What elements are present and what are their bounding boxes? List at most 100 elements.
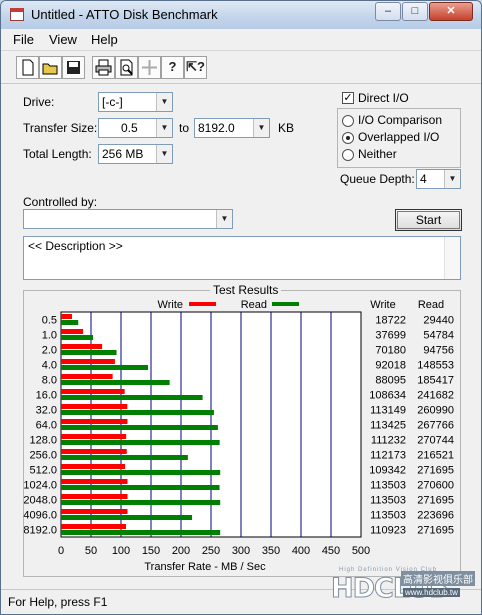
write-value: 112173	[370, 450, 406, 462]
move-icon	[142, 60, 157, 75]
transfer-size-label: 256.0	[29, 450, 57, 462]
transfer-size-label: 16.0	[36, 390, 57, 402]
legend-read-label: Read	[241, 299, 267, 311]
write-bar	[61, 479, 128, 484]
read-bar	[61, 335, 94, 340]
write-bar	[61, 464, 126, 469]
transfer-size-label: 1024.0	[23, 480, 57, 492]
read-value: 241682	[417, 390, 454, 402]
read-value: 271695	[417, 525, 454, 537]
title-bar[interactable]: Untitled - ATTO Disk Benchmark – □ ✕	[1, 1, 481, 29]
write-bar	[61, 524, 126, 529]
x-tick-label: 500	[352, 545, 370, 557]
write-bar	[61, 389, 125, 394]
context-help-icon: ⇱?	[186, 59, 205, 74]
transfer-size-label: 2048.0	[23, 495, 57, 507]
write-bar	[61, 329, 84, 334]
x-axis-title: Transfer Rate - MB / Sec	[144, 561, 266, 573]
transfer-size-label: 1.0	[42, 330, 57, 342]
write-bar	[61, 494, 128, 499]
write-value: 113149	[370, 405, 406, 417]
new-icon	[22, 59, 34, 76]
legend-read-swatch	[272, 302, 299, 306]
write-value: 111232	[371, 435, 406, 447]
open-icon	[42, 63, 58, 75]
x-tick-label: 100	[112, 545, 130, 557]
menu-file[interactable]: File	[13, 32, 34, 47]
write-value: 70180	[375, 345, 406, 357]
close-icon: ✕	[446, 5, 456, 17]
read-value: 223696	[417, 510, 454, 522]
read-value: 148553	[417, 360, 454, 372]
x-tick-label: 200	[172, 545, 190, 557]
transfer-size-label: 512.0	[29, 465, 57, 477]
write-value: 37699	[375, 330, 406, 342]
read-column-header: Read	[418, 299, 444, 311]
read-value: 29440	[423, 315, 454, 327]
about-button[interactable]: ?	[161, 56, 184, 79]
transfer-size-label: 32.0	[36, 405, 57, 417]
write-value: 88095	[375, 375, 406, 387]
write-value: 113503	[370, 480, 406, 492]
read-bar	[61, 470, 221, 475]
read-value: 271695	[417, 465, 454, 477]
close-button[interactable]: ✕	[429, 2, 473, 21]
read-bar	[61, 485, 220, 490]
x-tick-label: 450	[322, 545, 340, 557]
watermark-url: www.hdclub.tw	[403, 588, 460, 597]
read-value: 216521	[417, 450, 454, 462]
read-value: 185417	[417, 375, 454, 387]
read-bar	[61, 365, 149, 370]
read-bar	[61, 395, 203, 400]
write-value: 110923	[370, 525, 406, 537]
write-bar	[61, 344, 103, 349]
write-bar	[61, 434, 127, 439]
print-icon	[95, 59, 112, 76]
main-panel: Drive: [-c-] ▼ Transfer Size: 0.5 ▼ to 8…	[1, 83, 481, 589]
save-button[interactable]	[62, 56, 85, 79]
app-icon	[10, 8, 24, 21]
read-bar	[61, 455, 188, 460]
maximize-button[interactable]: □	[402, 2, 428, 21]
read-value: 94756	[423, 345, 454, 357]
x-tick-label: 250	[202, 545, 220, 557]
results-chart: Write Read Write Read 0 50 100 150 200 250 300…	[23, 299, 454, 573]
write-bar	[61, 314, 72, 319]
context-help-button[interactable]: ⇱?	[184, 56, 207, 79]
read-bar	[61, 320, 79, 325]
print-button[interactable]	[92, 56, 115, 79]
transfer-size-label: 0.5	[42, 315, 57, 327]
menu-bar: File View Help	[1, 29, 481, 50]
move-button[interactable]	[138, 56, 161, 79]
x-tick-label: 400	[292, 545, 310, 557]
menu-view[interactable]: View	[49, 32, 77, 47]
write-bar	[61, 509, 128, 514]
legend-write-swatch	[189, 302, 216, 306]
write-value: 18722	[375, 315, 406, 327]
open-button[interactable]	[39, 56, 62, 79]
print-preview-button[interactable]	[115, 56, 138, 79]
read-bar	[61, 530, 221, 535]
write-bar	[61, 404, 128, 409]
menu-help[interactable]: Help	[91, 32, 118, 47]
read-value: 270600	[417, 480, 454, 492]
write-bar	[61, 359, 115, 364]
write-value: 108634	[369, 390, 406, 402]
read-value: 260990	[417, 405, 454, 417]
new-button[interactable]	[16, 56, 39, 79]
minimize-icon: –	[384, 5, 392, 17]
write-bar	[61, 449, 127, 454]
status-text: For Help, press F1	[8, 595, 108, 609]
read-value: 271695	[417, 495, 454, 507]
read-bar	[61, 515, 193, 520]
x-tick-label: 300	[232, 545, 250, 557]
minimize-button[interactable]: –	[375, 2, 401, 21]
transfer-size-label: 8192.0	[23, 525, 57, 537]
maximize-icon: □	[411, 5, 419, 17]
x-tick-label: 350	[262, 545, 280, 557]
read-value: 54784	[423, 330, 454, 342]
write-bar	[61, 419, 128, 424]
read-value: 267766	[417, 420, 454, 432]
print-preview-icon	[120, 59, 133, 76]
legend-write-label: Write	[158, 299, 183, 311]
